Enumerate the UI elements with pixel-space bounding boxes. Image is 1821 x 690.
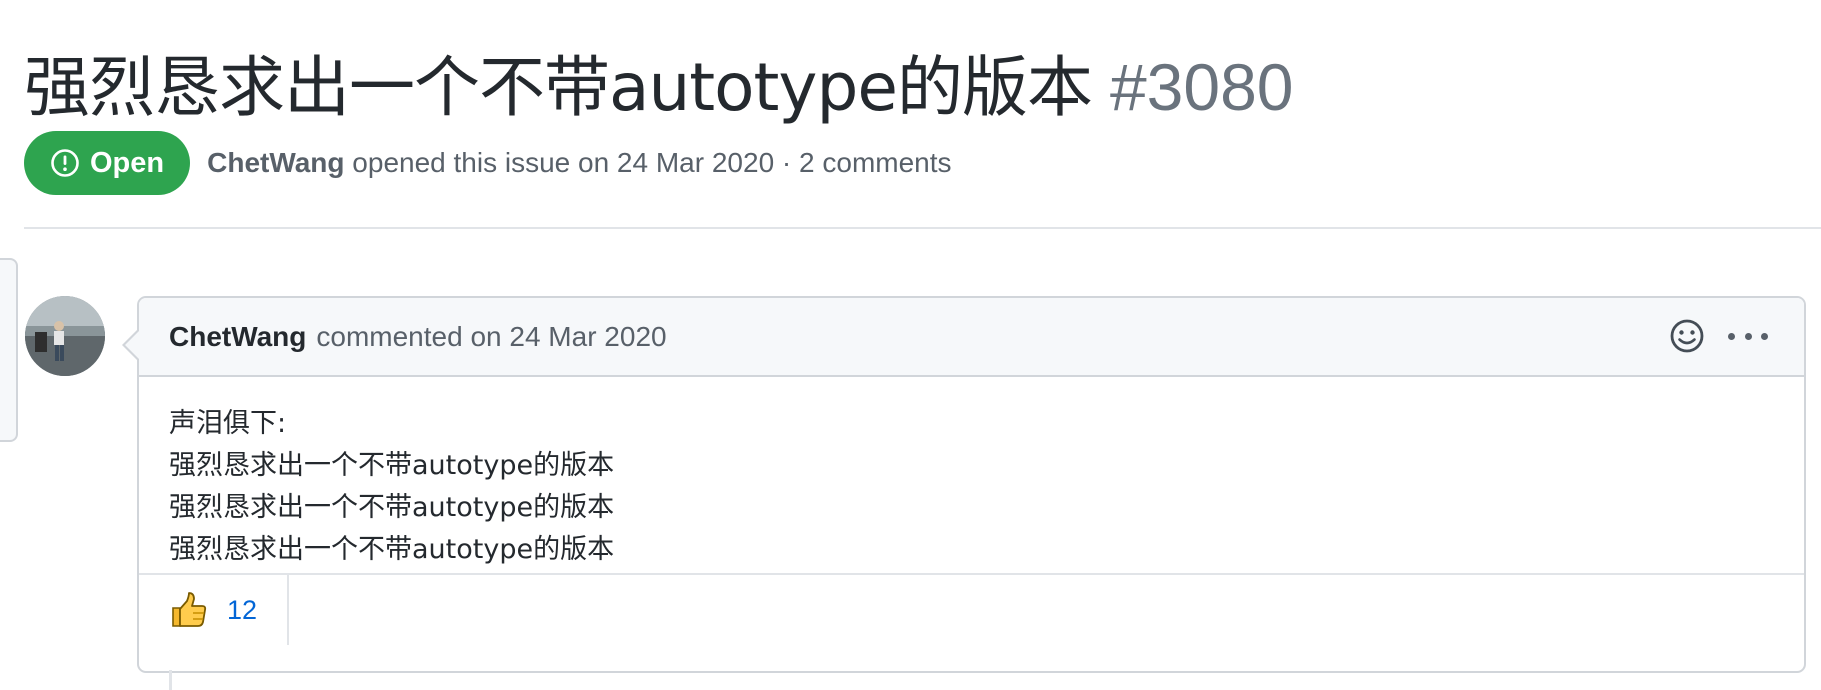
comment-body-line: 强烈恳求出一个不带autotype的版本 <box>169 534 615 565</box>
comment-body-line: 强烈恳求出一个不带autotype的版本 <box>169 492 615 523</box>
issue-title-row: 强烈恳求出一个不带autotype的版本 #3080 <box>24 34 1294 130</box>
comment-actions <box>1668 317 1768 355</box>
issue-opened-icon <box>51 149 79 177</box>
avatar-photo <box>25 296 105 376</box>
avatar[interactable] <box>25 296 105 376</box>
header-divider <box>24 227 1821 229</box>
comment-arrow <box>122 329 139 361</box>
reaction-thumbs-up-button[interactable]: 12 <box>139 575 290 645</box>
issue-title: 强烈恳求出一个不带autotype的版本 <box>24 49 1093 126</box>
issue-opened-text: opened this issue on 24 Mar 2020 · 2 com… <box>352 147 952 178</box>
dot <box>1728 332 1735 340</box>
comment-body-line: 强烈恳求出一个不带autotype的版本 <box>169 450 615 481</box>
comment-body-line: 声泪俱下: <box>169 408 287 439</box>
issue-meta-text: ChetWang opened this issue on 24 Mar 202… <box>207 147 951 179</box>
issue-author-link[interactable]: ChetWang <box>207 147 344 178</box>
reaction-count: 12 <box>227 594 258 625</box>
issue-state-label: Open <box>90 146 165 179</box>
dot <box>1761 332 1768 340</box>
kebab-horizontal-icon[interactable] <box>1728 317 1768 355</box>
sidebar-edge <box>0 258 18 442</box>
issue-meta: Open ChetWang opened this issue on 24 Ma… <box>24 131 952 195</box>
comment-body: 声泪俱下: 强烈恳求出一个不带autotype的版本 强烈恳求出一个不带auto… <box>139 377 1804 573</box>
comment-timestamp[interactable]: commented on 24 Mar 2020 <box>316 321 666 353</box>
comment-header: ChetWang commented on 24 Mar 2020 <box>139 298 1804 377</box>
dot <box>1744 332 1752 340</box>
timeline-line <box>169 670 172 690</box>
reactions-bar: 12 <box>139 573 1804 645</box>
comment-author-link[interactable]: ChetWang <box>169 321 306 353</box>
comment-box: ChetWang commented on 24 Mar 2020 声泪俱下: … <box>122 296 1806 673</box>
issue-state-badge[interactable]: Open <box>24 131 191 195</box>
smiley-icon[interactable] <box>1668 317 1706 355</box>
thumbs-up-icon <box>172 592 207 627</box>
issue-number: #3080 <box>1109 50 1294 124</box>
